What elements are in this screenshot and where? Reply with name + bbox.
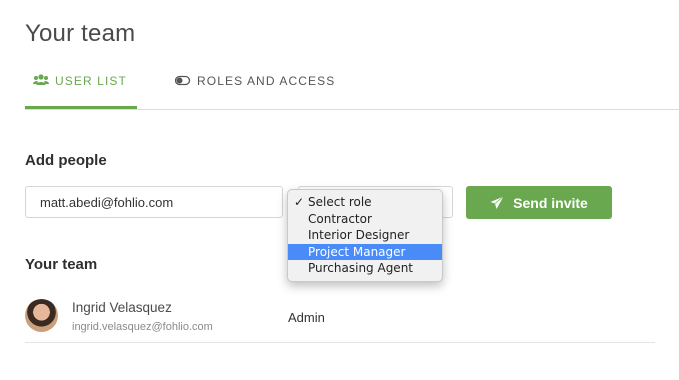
tab-user-list[interactable]: USER LIST: [25, 74, 137, 110]
tab-roles-and-access[interactable]: ROLES AND ACCESS: [174, 74, 336, 110]
tabs-divider: [25, 109, 679, 110]
tab-bar: USER LIST ROLES AND ACCESS: [0, 64, 679, 110]
your-team-heading: Your team: [25, 256, 98, 273]
tab-roles-label: ROLES AND ACCESS: [197, 74, 336, 88]
send-invite-button[interactable]: Send invite: [466, 186, 612, 219]
paper-plane-icon: [490, 195, 504, 210]
email-field[interactable]: [25, 186, 283, 218]
member-role: Admin: [288, 310, 325, 325]
send-invite-label: Send invite: [513, 194, 588, 211]
role-option-purchasing-agent[interactable]: Purchasing Agent: [288, 260, 442, 277]
checkmark-icon: ✓: [294, 195, 305, 209]
role-option-contractor[interactable]: Contractor: [288, 211, 442, 228]
avatar: [25, 299, 58, 332]
page-title: Your team: [25, 20, 136, 47]
users-icon: [33, 74, 49, 86]
add-people-heading: Add people: [25, 152, 107, 169]
table-row: Ingrid Velasquez ingrid.velasquez@fohlio…: [25, 296, 655, 343]
member-email: ingrid.velasquez@fohlio.com: [72, 321, 213, 333]
role-dropdown-menu: ✓ Select role Contractor Interior Design…: [287, 189, 443, 282]
role-option-select-role[interactable]: ✓ Select role: [288, 194, 442, 211]
toggle-icon: [174, 74, 191, 86]
member-name: Ingrid Velasquez: [72, 300, 172, 315]
role-option-interior-designer[interactable]: Interior Designer: [288, 227, 442, 244]
tab-user-list-label: USER LIST: [55, 74, 127, 88]
role-option-project-manager[interactable]: Project Manager: [288, 243, 442, 260]
